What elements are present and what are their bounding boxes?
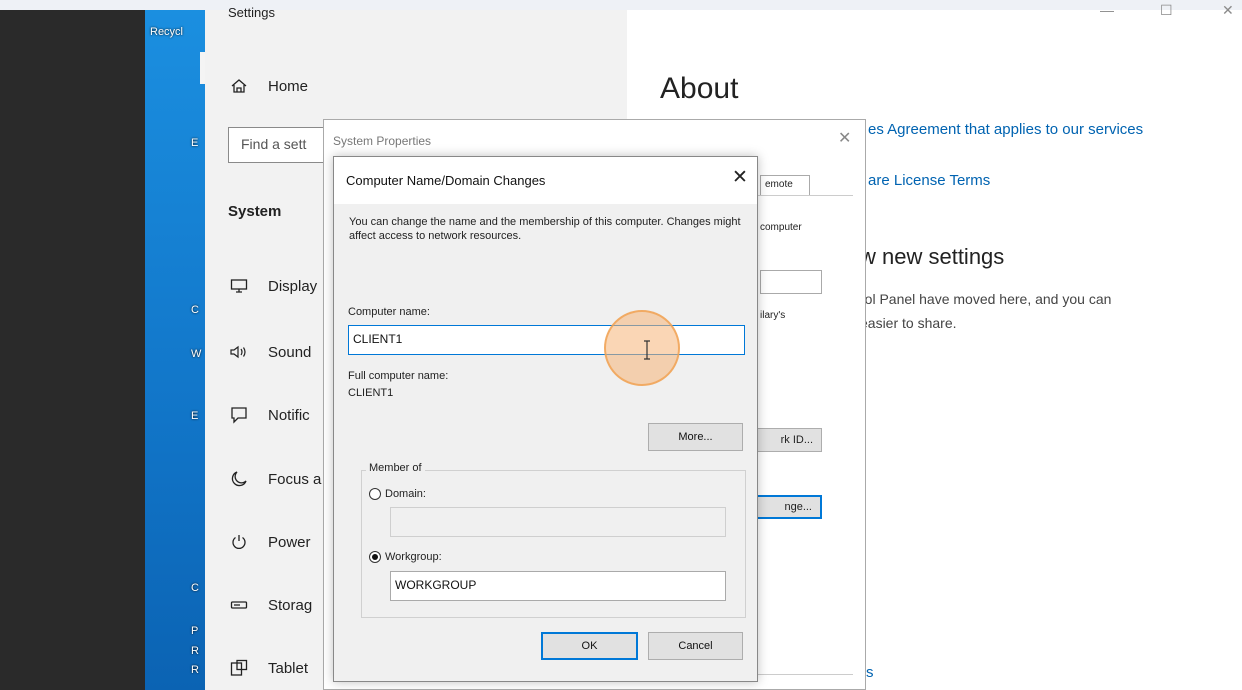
license-terms-link[interactable]: are License Terms xyxy=(868,172,990,189)
computer-name-label: Computer name: xyxy=(348,306,430,318)
nav-item-display[interactable]: Display xyxy=(228,277,317,295)
close-button[interactable]: ✕ xyxy=(1222,2,1234,19)
related-settings-text: rol Panel have moved here, and you can xyxy=(860,291,1112,307)
nav-item-label: Tablet xyxy=(268,659,309,677)
settings-window-title: Settings xyxy=(228,5,275,20)
nav-item-label: Display xyxy=(268,277,318,295)
change-button[interactable]: nge... xyxy=(750,495,822,519)
section-heading: System xyxy=(228,203,282,220)
power-icon xyxy=(228,533,250,551)
nav-item-tablet[interactable]: Tablet xyxy=(228,659,308,677)
related-settings-heading: w new settings xyxy=(860,244,1005,269)
domain-input[interactable] xyxy=(390,507,726,537)
network-id-button[interactable]: rk ID... xyxy=(750,428,822,452)
nav-item-sound[interactable]: Sound xyxy=(228,343,311,361)
desktop-icon-label[interactable]: R xyxy=(191,645,201,657)
nav-item-notifications[interactable]: Notific xyxy=(228,406,310,424)
more-button[interactable]: More... xyxy=(648,423,743,451)
nav-item-label: Power xyxy=(268,533,311,551)
nav-item-power[interactable]: Power xyxy=(228,533,311,551)
maximize-button[interactable]: ☐ xyxy=(1160,2,1173,19)
nav-item-label: Notific xyxy=(268,406,310,424)
page-title: About xyxy=(660,72,739,105)
nav-item-label: Sound xyxy=(268,343,312,361)
computer-name-input[interactable]: CLIENT1 xyxy=(348,325,745,355)
domain-label: Domain: xyxy=(385,488,426,500)
minimize-button[interactable]: — xyxy=(1100,2,1114,18)
system-properties-text: computer xyxy=(760,222,802,233)
nav-home-label: Home xyxy=(268,77,309,95)
desktop-icon-label[interactable]: E xyxy=(191,137,201,149)
recycle-bin-label[interactable]: Recycl xyxy=(150,26,183,38)
desktop-icon-label[interactable]: E xyxy=(191,410,201,422)
top-strip xyxy=(0,0,1242,10)
nav-item-focus-assist[interactable]: Focus a xyxy=(228,470,321,488)
tab-remote[interactable]: emote xyxy=(760,175,810,195)
tablet-icon xyxy=(228,659,250,677)
workgroup-radio[interactable] xyxy=(369,551,381,563)
nav-home[interactable]: Home xyxy=(228,77,308,95)
desktop-icon-label[interactable]: C xyxy=(191,304,201,316)
moon-icon xyxy=(228,470,250,488)
home-icon xyxy=(228,77,250,95)
computer-description-field[interactable] xyxy=(760,270,822,294)
desktop-icon-label[interactable]: C xyxy=(191,582,201,594)
workgroup-label: Workgroup: xyxy=(385,551,442,563)
ok-button[interactable]: OK xyxy=(541,632,638,660)
monitor-icon xyxy=(228,277,250,295)
desktop-icon-label[interactable]: P xyxy=(191,625,201,637)
speaker-icon xyxy=(228,343,250,361)
nav-item-storage[interactable]: Storag xyxy=(228,596,312,614)
member-of-label: Member of xyxy=(366,462,425,474)
cancel-button[interactable]: Cancel xyxy=(648,632,743,660)
system-properties-title: System Properties xyxy=(333,134,432,148)
storage-icon xyxy=(228,596,250,614)
services-agreement-link[interactable]: es Agreement that applies to our service… xyxy=(868,121,1143,138)
text-cursor-icon xyxy=(644,340,650,360)
nav-item-label: Focus a xyxy=(268,470,322,488)
dialog-close-button[interactable]: ✕ xyxy=(732,166,748,189)
system-properties-close-button[interactable]: ✕ xyxy=(838,128,851,148)
system-properties-text: ilary's xyxy=(760,310,786,321)
desktop-icon-label[interactable]: W xyxy=(191,348,201,360)
related-settings-text: easier to share. xyxy=(860,315,957,331)
desktop-icon-label[interactable]: R xyxy=(191,664,201,676)
bottom-link[interactable]: s xyxy=(866,664,874,681)
domain-radio[interactable] xyxy=(369,488,381,500)
dialog-title: Computer Name/Domain Changes xyxy=(346,173,546,188)
dialog-description: You can change the name and the membersh… xyxy=(349,216,741,242)
full-computer-name-value: CLIENT1 xyxy=(348,387,394,399)
notification-icon xyxy=(228,406,250,424)
nav-item-label: Storag xyxy=(268,596,313,614)
full-computer-name-label: Full computer name: xyxy=(348,370,449,382)
workgroup-input[interactable]: WORKGROUP xyxy=(390,571,726,601)
desktop-background xyxy=(0,10,145,690)
